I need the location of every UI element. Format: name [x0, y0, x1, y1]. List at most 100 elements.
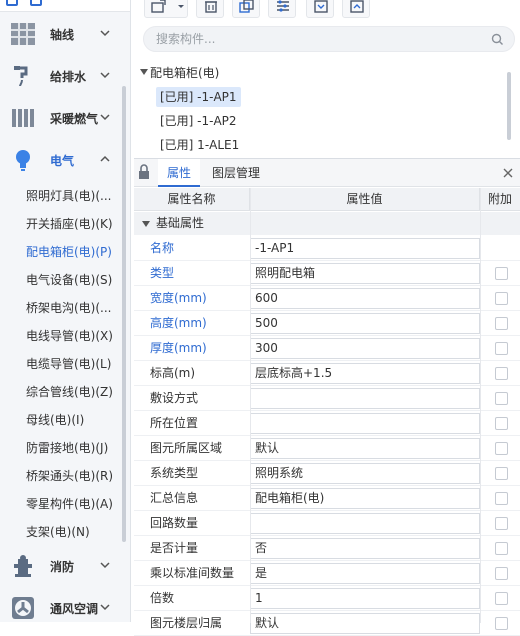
- nav-category-hvac[interactable]: 通风空调: [0, 588, 130, 622]
- nav-item-lighting[interactable]: 照明灯具(电)(...: [0, 182, 122, 210]
- lock-icon[interactable]: [138, 164, 150, 180]
- property-name: 厚度(mm): [150, 341, 207, 355]
- nav-item-tray-fitting[interactable]: 桥架通头(电)(R): [0, 462, 122, 490]
- property-row: 系统类型 照明系统: [134, 461, 520, 486]
- property-value-field[interactable]: 1: [250, 588, 480, 609]
- property-row: 汇总信息 配电箱柜(电): [134, 486, 520, 511]
- export-button[interactable]: [306, 0, 334, 18]
- nav-item-wire-conduit[interactable]: 电线导管(电)(X): [0, 322, 122, 350]
- property-panel: 属性 图层管理 属性名称 属性值 附加 基础属性 名称 -1-AP1 类型 照明配电箱…: [134, 158, 520, 636]
- property-value-field[interactable]: 照明配电箱: [250, 263, 480, 284]
- nav-category-electrical[interactable]: 电气: [0, 140, 130, 180]
- property-value-field[interactable]: 照明系统: [250, 463, 480, 484]
- extra-checkbox[interactable]: [495, 267, 508, 280]
- extra-checkbox[interactable]: [495, 342, 508, 355]
- new-component-button[interactable]: [144, 0, 188, 18]
- property-row: 高度(mm) 500: [134, 311, 520, 336]
- property-value-field[interactable]: [250, 388, 480, 409]
- nav-item-switch-socket[interactable]: 开关插座(电)(K): [0, 210, 122, 238]
- nav-item-combined-pipeline[interactable]: 综合管线(电)(Z): [0, 378, 122, 406]
- extra-checkbox[interactable]: [495, 292, 508, 305]
- property-value-field[interactable]: 配电箱柜(电): [250, 488, 480, 509]
- nav-item-electrical-equipment[interactable]: 电气设备(电)(S): [0, 266, 122, 294]
- property-group-basic[interactable]: 基础属性: [134, 212, 520, 235]
- chevron-down-icon: [100, 562, 110, 569]
- extra-checkbox[interactable]: [495, 517, 508, 530]
- property-name: 是否计量: [150, 541, 199, 555]
- property-row: 是否计量 否: [134, 536, 520, 561]
- property-value-field[interactable]: [250, 413, 480, 434]
- extra-checkbox[interactable]: [495, 367, 508, 380]
- radiator-icon: [12, 109, 34, 127]
- search-input[interactable]: [154, 30, 474, 48]
- import-icon: [350, 0, 364, 13]
- delete-button[interactable]: [196, 0, 224, 18]
- extra-checkbox[interactable]: [495, 617, 508, 630]
- extra-checkbox[interactable]: [495, 492, 508, 505]
- nav-item-distribution-box[interactable]: 配电箱柜(电)(P): [0, 238, 122, 266]
- nav-category-label: 消防: [50, 560, 75, 574]
- nav-item-cable-conduit[interactable]: 电缆导管(电)(L): [0, 350, 122, 378]
- chevron-down-icon: [100, 604, 110, 611]
- property-value-field[interactable]: 否: [250, 538, 480, 559]
- tab-layer-management[interactable]: 图层管理: [212, 159, 260, 187]
- property-name: 标高(m): [150, 366, 196, 380]
- group-label: 基础属性: [156, 216, 205, 230]
- header-property-value: 属性值: [250, 188, 480, 211]
- extra-checkbox[interactable]: [495, 442, 508, 455]
- property-value-field[interactable]: 500: [250, 313, 480, 334]
- import-button[interactable]: [342, 0, 370, 18]
- extra-checkbox[interactable]: [495, 592, 508, 605]
- property-row: 类型 照明配电箱: [134, 261, 520, 286]
- tree-item[interactable]: [已用] -1-AP2: [160, 111, 237, 131]
- extra-checkbox[interactable]: [495, 317, 508, 330]
- tree-item[interactable]: [已用] 1-ALE1: [160, 135, 239, 155]
- tree-scrollbar[interactable]: [507, 72, 511, 140]
- nav-category-axis[interactable]: 轴线: [0, 14, 130, 54]
- nav-category-label: 采暖燃气: [50, 112, 99, 126]
- extra-checkbox[interactable]: [495, 567, 508, 580]
- nav-item-bracket[interactable]: 支架(电)(N): [0, 518, 122, 546]
- property-value-field[interactable]: 是: [250, 563, 480, 584]
- property-value-field[interactable]: 300: [250, 338, 480, 359]
- dropdown-arrow-icon: [178, 5, 184, 8]
- tree-item[interactable]: [已用] -1-AP1: [156, 87, 241, 107]
- extra-checkbox[interactable]: [495, 542, 508, 555]
- copy-button[interactable]: [232, 0, 260, 18]
- nav-item-lightning-grounding[interactable]: 防雷接地(电)(J): [0, 434, 122, 462]
- edit-icon[interactable]: [30, 0, 42, 6]
- extra-checkbox[interactable]: [495, 467, 508, 480]
- layer-settings-icon: [277, 0, 289, 12]
- nav-category-heating[interactable]: 采暖燃气: [0, 98, 130, 138]
- nav-scrollbar[interactable]: [122, 86, 126, 542]
- property-value-field[interactable]: [250, 513, 480, 534]
- property-value-field[interactable]: 默认: [250, 438, 480, 459]
- fire-hydrant-icon: [14, 555, 32, 577]
- new-component-icon: [151, 0, 166, 13]
- nav-item-misc-component[interactable]: 零星构件(电)(A): [0, 490, 122, 518]
- layer-settings-button[interactable]: [268, 0, 296, 18]
- collapse-triangle-icon[interactable]: [140, 68, 148, 76]
- nav-item-busbar[interactable]: 母线(电)(I): [0, 406, 122, 434]
- close-icon[interactable]: [502, 167, 514, 179]
- search-icon[interactable]: [491, 33, 504, 46]
- property-value-field[interactable]: -1-AP1: [250, 238, 480, 259]
- property-name: 图元楼层归属: [150, 616, 223, 630]
- property-row: 敷设方式: [134, 386, 520, 411]
- extra-checkbox[interactable]: [495, 392, 508, 405]
- property-value-field[interactable]: 层底标高+1.5: [250, 363, 480, 384]
- export-icon: [314, 0, 328, 13]
- extra-checkbox[interactable]: [495, 417, 508, 430]
- nav-item-cable-tray[interactable]: 桥架电沟(电)(...: [0, 294, 122, 322]
- property-value-field[interactable]: 600: [250, 288, 480, 309]
- tree-root[interactable]: 配电箱柜(电): [150, 63, 219, 83]
- property-value-field[interactable]: 默认: [250, 613, 480, 634]
- add-icon[interactable]: [6, 0, 18, 6]
- property-name: 图元所属区域: [150, 441, 223, 455]
- property-name: 倍数: [150, 591, 175, 605]
- header-extra: 附加: [487, 192, 512, 206]
- nav-category-water[interactable]: 给排水: [0, 56, 130, 96]
- nav-category-fire[interactable]: 消防: [0, 546, 130, 586]
- property-row: 图元楼层归属 默认: [134, 611, 520, 636]
- tab-properties[interactable]: 属性: [158, 159, 200, 187]
